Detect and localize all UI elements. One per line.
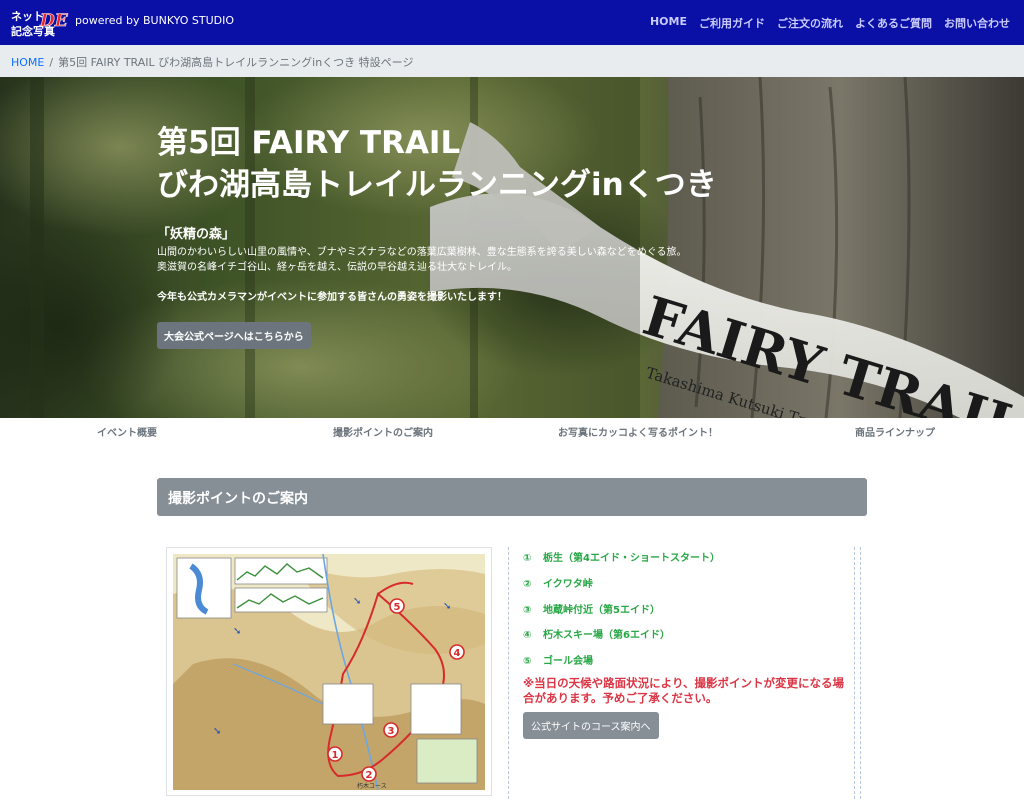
photo-point-label: 栃生（第4エイド・ショートスタート） xyxy=(543,553,720,564)
powered-by-text: powered by BUNKYO STUDIO xyxy=(75,14,235,27)
svg-text:4: 4 xyxy=(454,648,461,659)
svg-text:2: 2 xyxy=(366,770,373,781)
site-logo[interactable]: ネット 記念写真 DE xyxy=(10,6,72,40)
map-marker-1: 1 xyxy=(327,746,343,762)
photo-points-info: ① 栃生（第4エイド・ショートスタート） ② イクワタ峠 ③ 地蔵峠付近（第5エイド）… xyxy=(508,547,861,799)
photo-point-label: ゴール会場 xyxy=(543,656,593,667)
section-tabs: イベント概要 撮影ポイントのご案内 お写真にカッコよく写るポイント！ 商品ライン… xyxy=(0,418,1024,444)
photo-point-label: 朽木スキー場（第6エイド） xyxy=(543,630,670,641)
hero-title: 第5回 FAIRY TRAIL びわ湖高島トレイルランニングinくつき xyxy=(157,122,717,206)
nav-guide[interactable]: ご利用ガイド xyxy=(699,15,765,31)
photo-point-4: ④ 朽木スキー場（第6エイド） xyxy=(523,626,670,641)
hero-description: 山間のかわいらしい山里の風情や、ブナやミズナラなどの落葉広葉樹林、豊な生態系を誇… xyxy=(157,245,697,275)
tab-event-overview[interactable]: イベント概要 xyxy=(97,424,157,439)
hero-banner: FAIRY TRAIL Takashima Kutsuki Trail Run … xyxy=(0,77,1024,418)
hero-title-line2: びわ湖高島トレイルランニングinくつき xyxy=(157,167,717,203)
tab-photo-tips[interactable]: お写真にカッコよく写るポイント！ xyxy=(558,424,718,439)
course-map-image: ➘ ➘ ➘ ➘ 5 4 3 1 2 朽木コース xyxy=(173,554,485,790)
svg-text:➘: ➘ xyxy=(443,601,451,612)
map-marker-2: 2 xyxy=(361,766,377,782)
map-marker-5: 5 xyxy=(389,598,405,614)
svg-text:5: 5 xyxy=(394,602,401,613)
tab-photo-points[interactable]: 撮影ポイントのご案内 xyxy=(333,424,433,439)
nav-order-flow[interactable]: ご注文の流れ xyxy=(777,15,843,31)
course-guide-button[interactable]: 公式サイトのコース案内へ xyxy=(523,712,659,739)
hero-note: 今年も公式カメラマンがイベントに参加する皆さんの勇姿を撮影いたします！ xyxy=(157,292,507,303)
photo-point-number: ⑤ xyxy=(523,656,532,667)
nav-faq[interactable]: よくあるご質問 xyxy=(855,15,932,31)
official-page-button[interactable]: 大会公式ページへはこちらから xyxy=(157,322,311,349)
svg-text:➘: ➘ xyxy=(213,726,221,737)
nav-home[interactable]: HOME xyxy=(650,15,687,31)
svg-text:DE: DE xyxy=(39,11,69,31)
breadcrumb-home-link[interactable]: HOME xyxy=(11,56,44,69)
photo-point-2: ② イクワタ峠 xyxy=(523,575,593,590)
hero-title-line1: 第5回 FAIRY TRAIL xyxy=(157,125,461,161)
change-warning: ※当日の天候や路面状況により、撮影ポイントが変更になる場合があります。予めご了承… xyxy=(523,676,844,705)
map-marker-3: 3 xyxy=(383,722,399,738)
photo-point-label: イクワタ峠 xyxy=(543,579,593,590)
hero-subtitle: 「妖精の森」 xyxy=(157,227,236,242)
photo-point-label: 地蔵峠付近（第5エイド） xyxy=(543,605,660,616)
svg-text:3: 3 xyxy=(388,726,395,737)
photo-point-number: ① xyxy=(523,553,532,564)
hero-description-line1: 山間のかわいらしい山里の風情や、ブナやミズナラなどの落葉広葉樹林、豊な生態系を誇… xyxy=(157,247,687,258)
photo-point-5: ⑤ ゴール会場 xyxy=(523,652,593,667)
top-navbar: ネット 記念写真 DE powered by BUNKYO STUDIO HOM… xyxy=(0,0,1024,45)
photo-point-number: ② xyxy=(523,579,532,590)
photo-point-number: ④ xyxy=(523,630,532,641)
section-heading: 撮影ポイントのご案内 xyxy=(157,478,867,516)
course-map-frame: ➘ ➘ ➘ ➘ 5 4 3 1 2 朽木コース xyxy=(166,547,492,796)
tab-product-lineup[interactable]: 商品ラインナップ xyxy=(855,424,935,439)
photo-point-3: ③ 地蔵峠付近（第5エイド） xyxy=(523,601,660,616)
nav-contact[interactable]: お問い合わせ xyxy=(944,15,1010,31)
photo-point-number: ③ xyxy=(523,605,532,616)
photo-point-1: ① 栃生（第4エイド・ショートスタート） xyxy=(523,549,720,564)
main-nav: HOME ご利用ガイド ご注文の流れ よくあるご質問 お問い合わせ xyxy=(650,15,1010,31)
svg-text:1: 1 xyxy=(332,750,339,761)
breadcrumb: HOME / 第5回 FAIRY TRAIL びわ湖高島トレイルランニングinくつき… xyxy=(0,45,1024,77)
hero-description-line2: 奥滋賀の名峰イチゴ谷山、経ヶ岳を越え、伝説の早谷越え辿る壮大なトレイル。 xyxy=(157,262,517,273)
svg-text:➘: ➘ xyxy=(353,596,361,607)
svg-text:➘: ➘ xyxy=(233,626,241,637)
map-marker-4: 4 xyxy=(449,644,465,660)
breadcrumb-current: 第5回 FAIRY TRAIL びわ湖高島トレイルランニングinくつき 特設ペー… xyxy=(58,56,414,69)
map-caption: 朽木コース xyxy=(357,782,387,790)
breadcrumb-separator: / xyxy=(49,56,54,69)
